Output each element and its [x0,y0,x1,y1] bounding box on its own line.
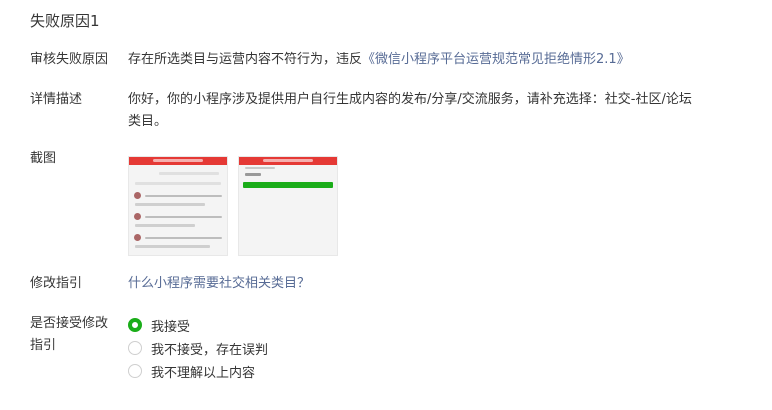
radio-checked-icon[interactable] [128,318,142,332]
radio-option-not-understand[interactable]: 我不理解以上内容 [128,360,268,382]
review-reason-value: 存在所选类目与运营内容不符行为，违反《微信小程序平台运营规范常见拒绝情形2.1》 [128,49,630,71]
detail-text-line1: 你好，你的小程序涉及提供用户自行生成内容的发布/分享/交流服务，请补充选择：社交… [128,92,692,107]
platform-rules-link[interactable]: 《微信小程序平台运营规范常见拒绝情形2.1》 [362,52,630,67]
guide-label: 修改指引 [30,276,83,291]
screenshots-label: 截图 [30,151,57,166]
section-title: 失败原因1 [30,12,100,30]
detail-label: 详情描述 [30,92,83,107]
review-reason-label: 审核失败原因 [30,52,109,67]
accept-label-line2: 指引 [30,338,57,353]
radio-unchecked-icon[interactable] [128,341,142,355]
radio-option-reject[interactable]: 我不接受，存在误判 [128,337,268,359]
radio-unchecked-icon[interactable] [128,364,142,378]
guide-link[interactable]: 什么小程序需要社交相关类目？ [128,273,310,295]
radio-option-accept[interactable]: 我接受 [128,314,268,336]
radio-label-accept: 我接受 [151,319,191,335]
accept-label: 是否接受修改 指引 [30,313,108,357]
accept-label-line1: 是否接受修改 [30,316,109,331]
detail-text-line2: 类目。 [128,114,168,129]
detail-value: 你好，你的小程序涉及提供用户自行生成内容的发布/分享/交流服务，请补充选择：社交… [128,89,748,133]
radio-label-reject: 我不接受，存在误判 [151,342,269,358]
review-reason-text: 存在所选类目与运营内容不符行为，违反 [128,52,363,67]
accept-radio-group: 我接受 我不接受，存在误判 我不理解以上内容 [128,314,268,383]
radio-label-not-understand: 我不理解以上内容 [151,365,256,381]
screenshot-thumbnail-1[interactable] [128,156,228,256]
screenshot-thumbnail-2[interactable] [238,156,338,256]
